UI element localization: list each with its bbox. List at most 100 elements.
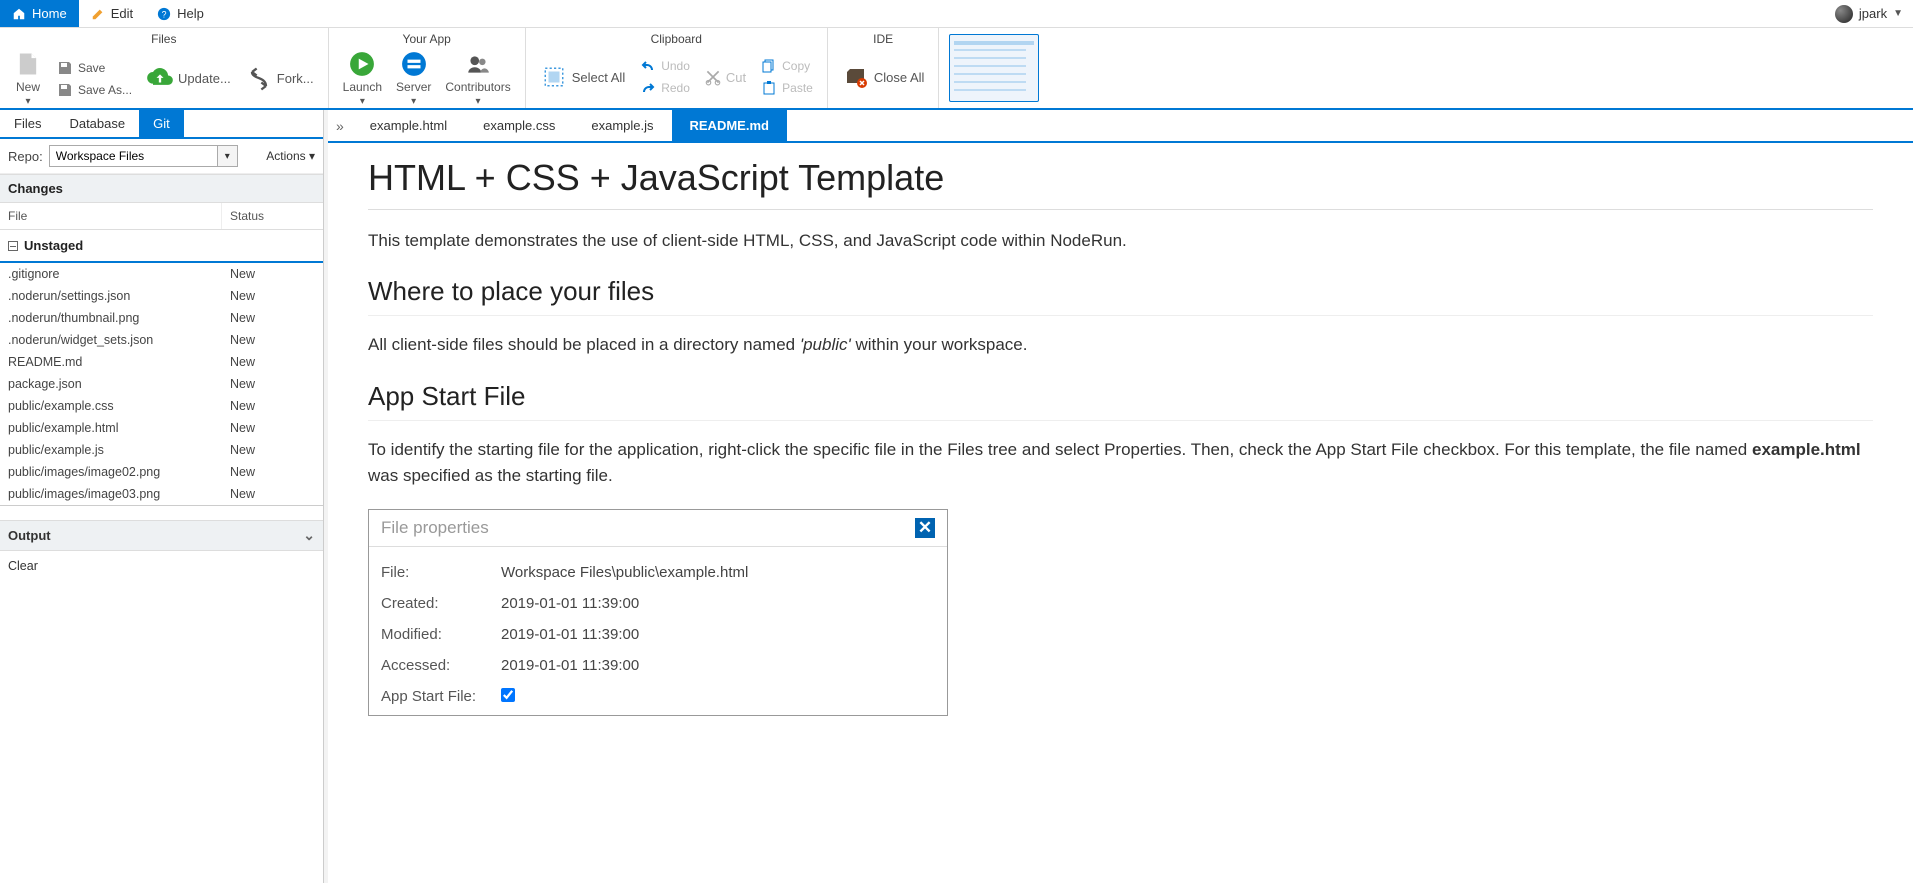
unstaged-header[interactable]: Unstaged [0, 230, 323, 263]
prop-row-accessed: Accessed:2019-01-01 11:39:00 [381, 650, 935, 681]
file-status: New [222, 329, 323, 351]
file-name: package.json [0, 373, 222, 395]
save-as-button[interactable]: Save As... [50, 79, 138, 101]
editor-tab[interactable]: example.js [573, 110, 671, 141]
editor-tab[interactable]: example.html [352, 110, 465, 141]
server-button[interactable]: Server ▾ [390, 48, 437, 109]
file-name: .noderun/thumbnail.png [0, 307, 222, 329]
paste-button[interactable]: Paste [754, 77, 819, 99]
file-row[interactable]: public/example.cssNew [0, 395, 323, 417]
output-label: Output [8, 528, 51, 543]
file-name: .gitignore [0, 263, 222, 285]
svg-text:?: ? [162, 9, 167, 19]
label: Server [396, 80, 431, 94]
play-icon [348, 50, 376, 78]
file-status: New [222, 263, 323, 285]
prop-row-created: Created:2019-01-01 11:39:00 [381, 588, 935, 619]
chevron-down-icon: ⌄ [303, 527, 315, 544]
cut-button[interactable]: Cut [698, 64, 752, 90]
editor-tab[interactable]: README.md [672, 110, 787, 141]
avatar [1835, 5, 1853, 23]
file-row[interactable]: package.jsonNew [0, 373, 323, 395]
fork-icon [245, 65, 273, 93]
text: within your workspace. [851, 335, 1028, 354]
fork-button[interactable]: Fork... [239, 61, 320, 97]
expand-sidebar-icon[interactable]: » [328, 114, 352, 138]
file-row[interactable]: public/example.jsNew [0, 439, 323, 461]
file-name: public/example.css [0, 395, 222, 417]
copy-button[interactable]: Copy [754, 55, 819, 77]
file-row[interactable]: public/images/image03.pngNew [0, 483, 323, 505]
undo-button[interactable]: Undo [633, 55, 696, 77]
save-button[interactable]: Save [50, 57, 138, 79]
file-status: New [222, 417, 323, 439]
file-name: public/example.html [0, 417, 222, 439]
file-row[interactable]: public/example.htmlNew [0, 417, 323, 439]
editor-viewport[interactable]: HTML + CSS + JavaScript Template This te… [328, 143, 1913, 883]
app-start-checkbox[interactable] [501, 688, 515, 702]
ribbon-group-files: Files New ▾ Save Save As... Update... [0, 28, 329, 108]
cut-icon [704, 68, 722, 86]
copy-icon [760, 57, 778, 75]
repo-input[interactable] [50, 146, 217, 166]
server-icon [400, 50, 428, 78]
close-all-button[interactable]: Close All [836, 59, 931, 95]
output-panel: Clear [0, 551, 323, 883]
label: Copy [782, 59, 810, 73]
update-button[interactable]: Update... [140, 61, 237, 97]
output-header[interactable]: Output ⌄ [0, 520, 323, 551]
unstaged-file-list: .gitignoreNew.noderun/settings.jsonNew.n… [0, 263, 323, 506]
file-row[interactable]: README.mdNew [0, 351, 323, 373]
doc-h1: HTML + CSS + JavaScript Template [368, 157, 1873, 210]
new-file-icon [14, 50, 42, 78]
editor-tab[interactable]: example.css [465, 110, 573, 141]
users-icon [464, 50, 492, 78]
file-row[interactable]: .gitignoreNew [0, 263, 323, 285]
changes-table-header: File Status [0, 203, 323, 230]
menu-edit[interactable]: Edit [79, 0, 145, 27]
clear-button[interactable]: Clear [8, 559, 38, 573]
readme-document: HTML + CSS + JavaScript Template This te… [368, 157, 1873, 716]
col-status: Status [222, 203, 323, 229]
file-name: public/example.js [0, 439, 222, 461]
contributors-button[interactable]: Contributors ▾ [439, 48, 516, 109]
actions-dropdown[interactable]: Actions ▾ [266, 149, 315, 163]
file-properties-dialog: File properties ✕ File:Workspace Files\p… [368, 509, 948, 716]
new-button[interactable]: New ▾ [8, 48, 48, 109]
file-status: New [222, 395, 323, 417]
doc-h2-where: Where to place your files [368, 276, 1873, 316]
label: Save As... [78, 83, 132, 97]
redo-button[interactable]: Redo [633, 77, 696, 99]
workspace: Files Database Git Repo: ▾ Actions ▾ Cha… [0, 110, 1913, 883]
prop-row-appstart: App Start File: [381, 681, 935, 713]
label: Modified: [381, 626, 501, 643]
help-icon: ? [157, 7, 171, 21]
menu-help[interactable]: ? Help [145, 0, 216, 27]
file-row[interactable]: .noderun/thumbnail.pngNew [0, 307, 323, 329]
launch-button[interactable]: Launch ▾ [337, 48, 388, 109]
close-icon[interactable]: ✕ [915, 518, 935, 538]
top-menu-bar: Home Edit ? Help jpark ▼ [0, 0, 1913, 28]
sidebar-tab-git[interactable]: Git [139, 110, 184, 137]
editor-tabs: » example.htmlexample.cssexample.jsREADM… [328, 110, 1913, 143]
user-menu[interactable]: jpark ▼ [1825, 0, 1913, 27]
file-status: New [222, 373, 323, 395]
ribbon-group-title: Files [8, 28, 320, 48]
dialog-title: File properties [381, 518, 489, 538]
sidebar-tab-database[interactable]: Database [55, 110, 139, 137]
menu-home[interactable]: Home [0, 0, 79, 27]
file-row[interactable]: .noderun/settings.jsonNew [0, 285, 323, 307]
sidebar-tab-files[interactable]: Files [0, 110, 55, 137]
chevron-down-icon[interactable]: ▾ [217, 146, 237, 166]
repo-select[interactable]: ▾ [49, 145, 238, 167]
redo-icon [639, 79, 657, 97]
label: Save [78, 61, 105, 75]
file-row[interactable]: public/images/image02.pngNew [0, 461, 323, 483]
save-icon [56, 59, 74, 77]
select-all-button[interactable]: Select All [534, 59, 631, 95]
file-row[interactable]: .noderun/widget_sets.jsonNew [0, 329, 323, 351]
changes-header: Changes [0, 174, 323, 203]
value: 2019-01-01 11:39:00 [501, 657, 639, 674]
ribbon-group-ide: IDE Close All [828, 28, 940, 108]
minimap-preview[interactable] [949, 34, 1039, 102]
